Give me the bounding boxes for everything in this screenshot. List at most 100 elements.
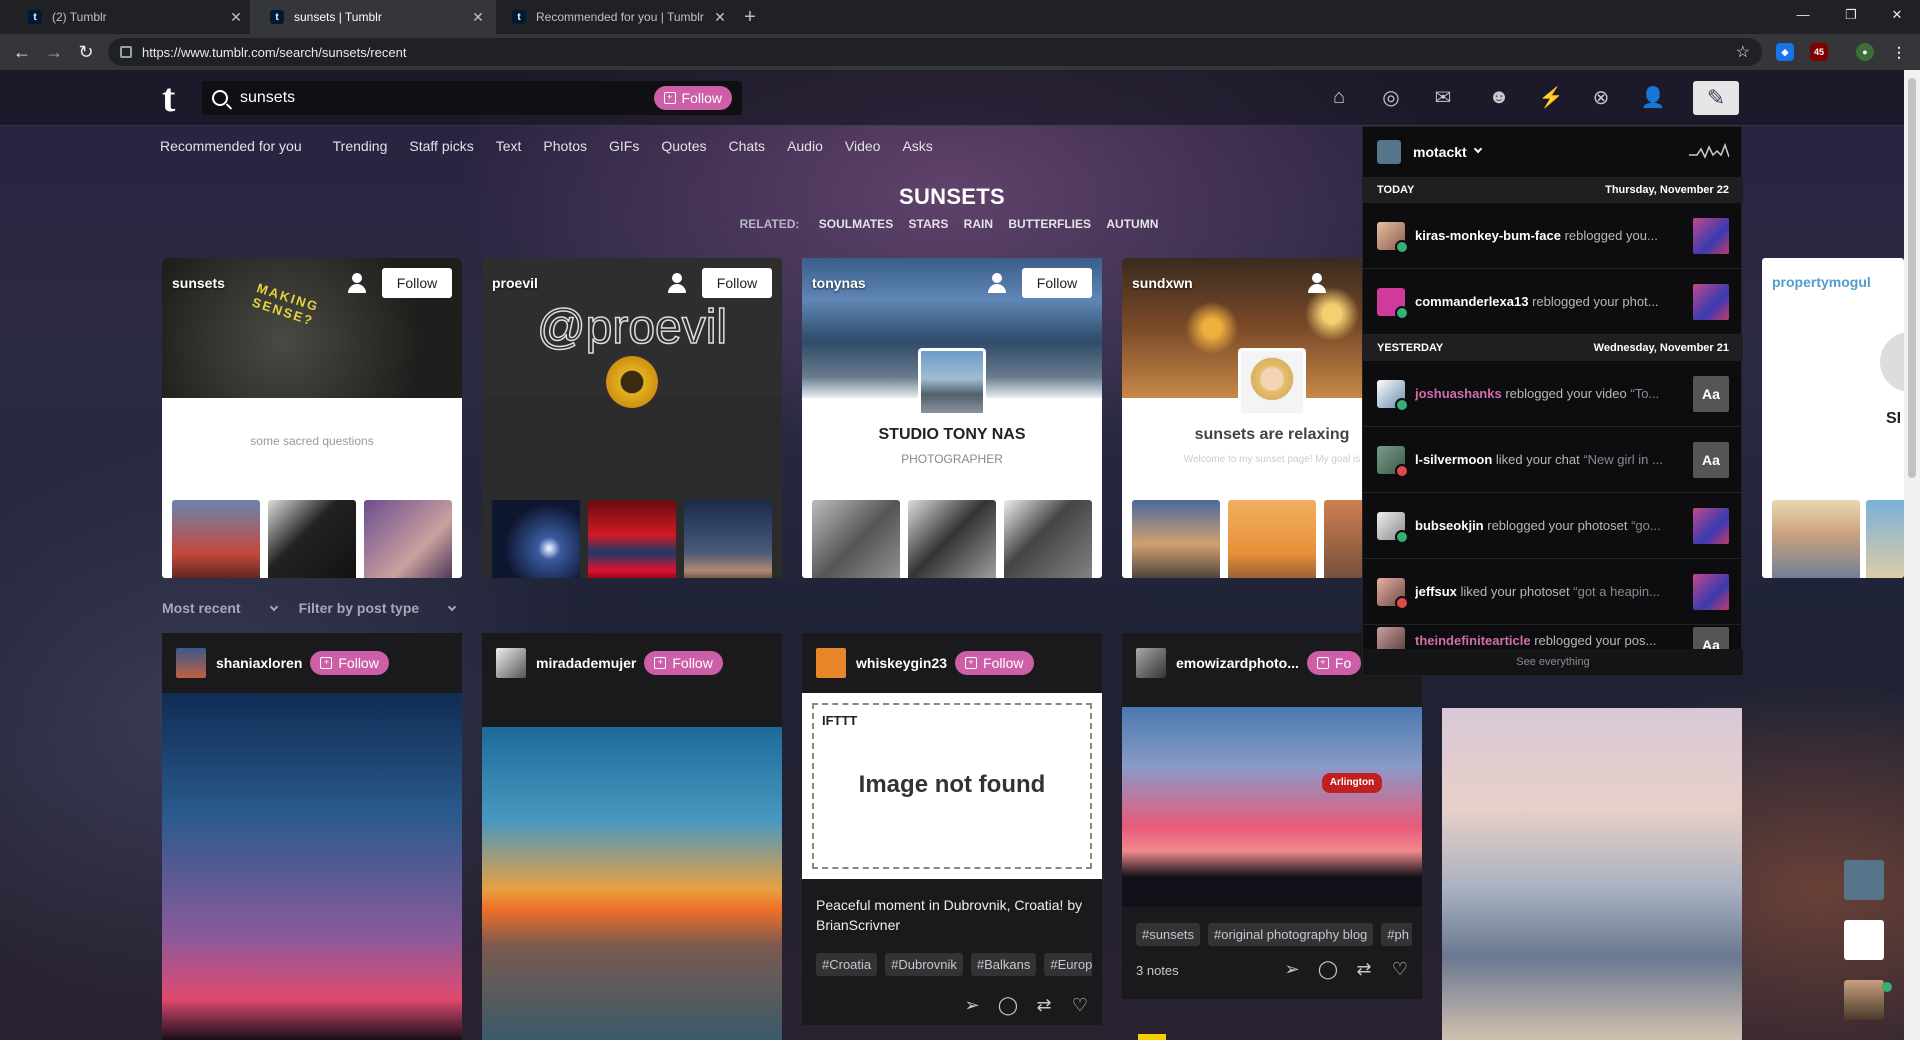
- user-avatar[interactable]: [1377, 379, 1409, 412]
- nav-audio[interactable]: Audio: [787, 138, 823, 154]
- quick-blog-avatar[interactable]: [1844, 980, 1884, 1020]
- activity-user[interactable]: theindefinitearticle: [1415, 633, 1531, 648]
- search-input[interactable]: sunsets: [240, 89, 654, 107]
- like-heart-icon[interactable]: ♡: [1388, 957, 1412, 981]
- see-everything-link[interactable]: See everything: [1363, 649, 1743, 675]
- user-avatar[interactable]: [1377, 221, 1409, 254]
- related-tag[interactable]: AUTUMN: [1106, 217, 1158, 231]
- related-tag[interactable]: SOULMATES: [819, 217, 893, 231]
- user-avatar[interactable]: [1377, 627, 1405, 651]
- post-thumbnail[interactable]: [1693, 573, 1729, 610]
- follow-search-button[interactable]: + Follow: [653, 86, 732, 110]
- nav-trending[interactable]: Trending: [333, 138, 388, 154]
- nav-quotes[interactable]: Quotes: [661, 138, 706, 154]
- blog-card-propertymogul[interactable]: propertymogul SI: [1762, 258, 1904, 578]
- forward-arrow-icon[interactable]: →: [42, 40, 66, 64]
- explore-compass-icon[interactable]: ◎: [1378, 84, 1404, 110]
- activity-item[interactable]: kiras-monkey-bum-face reblogged you...: [1363, 203, 1743, 269]
- follow-button[interactable]: Follow: [382, 268, 452, 298]
- post-thumbnail[interactable]: [1693, 507, 1729, 544]
- follow-button[interactable]: + Follow: [644, 651, 723, 675]
- text-post-thumbnail[interactable]: Aa: [1693, 441, 1729, 478]
- post-image[interactable]: Arlington: [1122, 707, 1422, 907]
- address-bar[interactable]: https://www.tumblr.com/search/sunsets/re…: [108, 38, 1762, 66]
- blog-card-sundxwn[interactable]: sundxwn sunsets are relaxing Welcome to …: [1122, 258, 1362, 578]
- nav-text[interactable]: Text: [496, 138, 522, 154]
- page-scrollbar[interactable]: [1904, 70, 1920, 1040]
- back-arrow-icon[interactable]: ←: [10, 40, 34, 64]
- minimize-window-button[interactable]: —: [1780, 0, 1826, 30]
- post-image[interactable]: [162, 693, 462, 1040]
- related-tag[interactable]: RAIN: [964, 217, 993, 231]
- close-tab-icon[interactable]: ✕: [712, 9, 728, 26]
- share-icon[interactable]: ➢: [960, 993, 984, 1017]
- blog-avatar[interactable]: [918, 348, 986, 416]
- post-tag[interactable]: #Croatia: [816, 953, 878, 976]
- blog-name[interactable]: tonynas: [812, 275, 866, 291]
- blog-name[interactable]: sunsets: [172, 275, 225, 291]
- post-thumbnail[interactable]: [588, 500, 676, 578]
- post-thumbnail[interactable]: [1866, 500, 1904, 578]
- inbox-mail-icon[interactable]: ✉: [1430, 84, 1456, 110]
- reblog-icon[interactable]: ⇄: [1032, 993, 1056, 1017]
- new-tab-button[interactable]: +: [738, 5, 762, 29]
- post-thumbnail[interactable]: [812, 500, 900, 578]
- blog-name[interactable]: propertymogul: [1772, 274, 1871, 290]
- follow-button[interactable]: Follow: [1022, 268, 1092, 298]
- nav-gifs[interactable]: GIFs: [609, 138, 639, 154]
- tumblr-logo-icon[interactable]: t: [162, 78, 190, 118]
- blog-avatar[interactable]: [1880, 332, 1904, 392]
- blog-switcher[interactable]: motackt: [1413, 144, 1467, 160]
- post-blog-name[interactable]: shaniaxloren: [216, 655, 302, 671]
- reply-icon[interactable]: ◯: [1316, 957, 1340, 981]
- post-thumbnail[interactable]: [1772, 500, 1860, 578]
- post-image[interactable]: IFTTT Image not found: [802, 693, 1102, 879]
- home-icon[interactable]: ⌂: [1326, 84, 1352, 110]
- post-tag[interactable]: #Dubrovnik: [885, 953, 963, 976]
- activity-user[interactable]: bubseokjin: [1415, 518, 1484, 533]
- close-tab-icon[interactable]: ✕: [228, 9, 244, 26]
- most-recent-dropdown[interactable]: Most recent: [162, 600, 278, 616]
- blog-card-sunsets[interactable]: MAKING SENSE? sunsets Follow some sacred…: [162, 258, 462, 578]
- blog-card-tonynas[interactable]: tonynas Follow STUDIO TONY NAS PHOTOGRAP…: [802, 258, 1102, 578]
- user-avatar[interactable]: [1377, 140, 1401, 164]
- messaging-chat-icon[interactable]: ☻: [1486, 84, 1512, 110]
- follow-button[interactable]: + Fo: [1306, 651, 1362, 675]
- post-blog-name[interactable]: miradademujer: [536, 655, 636, 671]
- bookmark-star-icon[interactable]: ☆: [1736, 42, 1750, 62]
- compose-pencil-button[interactable]: ✎: [1693, 81, 1739, 115]
- text-post-thumbnail[interactable]: Aa: [1693, 375, 1729, 412]
- post-thumbnail[interactable]: [1693, 283, 1729, 320]
- nav-chats[interactable]: Chats: [728, 138, 765, 154]
- user-avatar[interactable]: [1377, 445, 1409, 478]
- user-avatar[interactable]: [1377, 577, 1409, 610]
- menu-kebab-icon[interactable]: ⋮: [1890, 43, 1908, 61]
- user-avatar[interactable]: [1377, 511, 1409, 544]
- activity-lightning-icon[interactable]: ⚡: [1538, 84, 1564, 110]
- post-thumbnail[interactable]: [1228, 500, 1316, 578]
- post-thumbnail[interactable]: [268, 500, 356, 578]
- post-image[interactable]: [482, 727, 782, 1040]
- blog-avatar[interactable]: [1136, 648, 1166, 678]
- reload-icon[interactable]: ↻: [74, 40, 98, 64]
- post-blog-name[interactable]: emowizardphoto...: [1176, 655, 1299, 671]
- activity-user[interactable]: commanderlexa13: [1415, 294, 1528, 309]
- post-thumbnail[interactable]: [172, 500, 260, 578]
- quick-blog-avatar[interactable]: [1844, 920, 1884, 960]
- browser-tab-active[interactable]: t sunsets | Tumblr ✕: [250, 0, 496, 34]
- quick-blog-avatar[interactable]: [1844, 860, 1884, 900]
- post-blog-name[interactable]: whiskeygin23: [856, 655, 947, 671]
- account-person-icon[interactable]: 👤: [1640, 84, 1666, 110]
- post-thumbnail[interactable]: [1693, 217, 1729, 254]
- patio-icon[interactable]: ⊗: [1588, 84, 1614, 110]
- activity-item[interactable]: bubseokjin reblogged your photoset “go..…: [1363, 493, 1743, 559]
- related-tag[interactable]: BUTTERFLIES: [1008, 217, 1091, 231]
- nav-photos[interactable]: Photos: [543, 138, 587, 154]
- like-heart-icon[interactable]: ♡: [1068, 993, 1092, 1017]
- post-type-dropdown[interactable]: Filter by post type: [299, 600, 457, 616]
- reply-icon[interactable]: ◯: [996, 993, 1020, 1017]
- activity-item[interactable]: l-silvermoon liked your chat “New girl i…: [1363, 427, 1743, 493]
- blog-avatar[interactable]: [1238, 348, 1306, 416]
- activity-user[interactable]: kiras-monkey-bum-face: [1415, 228, 1561, 243]
- activity-user[interactable]: l-silvermoon: [1415, 452, 1492, 467]
